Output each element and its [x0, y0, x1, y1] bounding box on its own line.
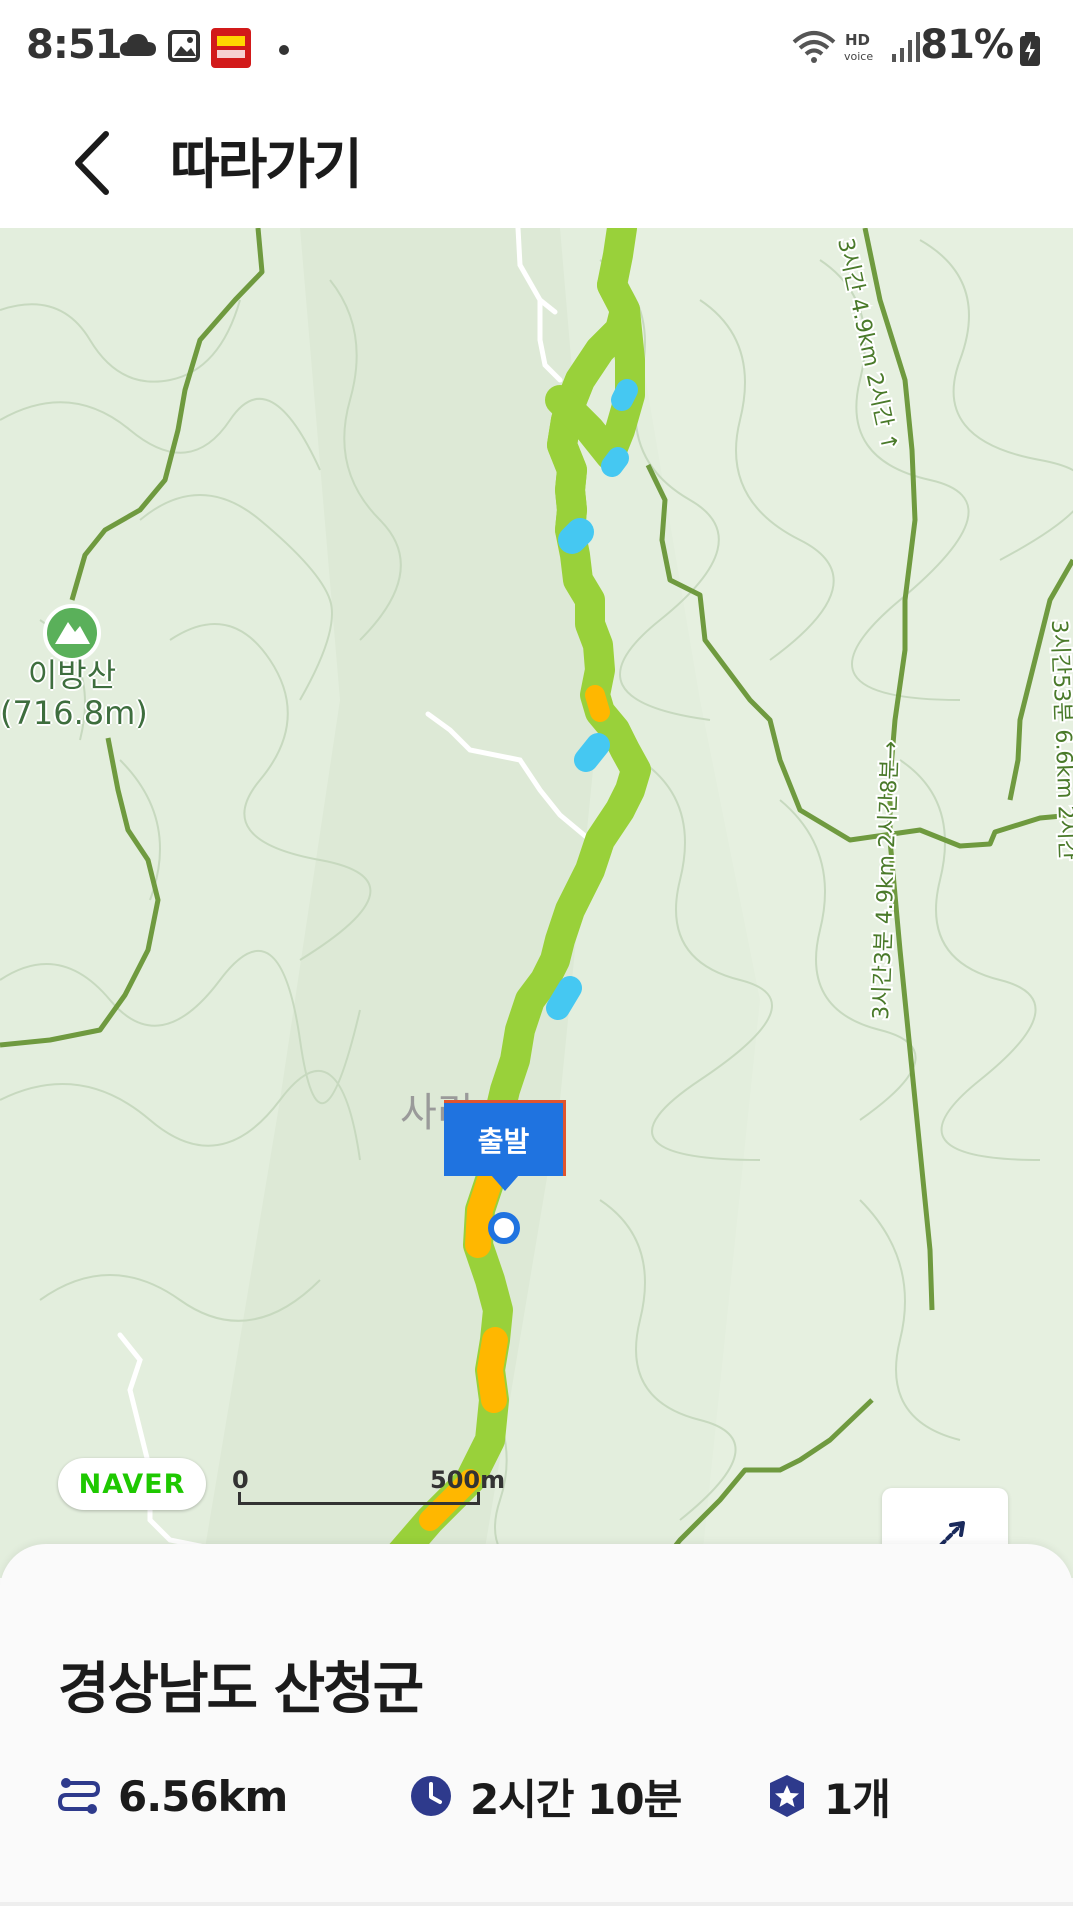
app-header: 따라가기 — [0, 100, 1073, 228]
svg-text:HD: HD — [845, 31, 870, 49]
start-marker-pointer — [491, 1175, 519, 1191]
map-view[interactable]: 3시간 4.9km 2시간 ↑ 3시간3분 4.9km 2시간8분→ 3시간53… — [0, 228, 1073, 1578]
signal-icon — [892, 32, 920, 62]
mountain-peak-icon — [43, 604, 101, 662]
hd-voice-icon: HD voice — [844, 31, 873, 63]
scale-zero: 0 — [232, 1466, 249, 1494]
sheet-divider — [0, 1902, 1073, 1906]
wifi-icon — [792, 31, 836, 63]
badge-star-icon — [770, 1775, 804, 1817]
map-scale-bar: 0 500m — [232, 1466, 505, 1505]
back-button[interactable] — [62, 118, 124, 208]
duration-stat: 2시간 10분 — [410, 1766, 682, 1826]
region-title: 경상남도 산청군 — [58, 1657, 424, 1722]
status-time: 8:51 — [26, 22, 122, 68]
map-base: 3시간 4.9km 2시간 ↑ 3시간3분 4.9km 2시간8분→ 3시간53… — [0, 228, 1073, 1578]
battery-percent: 81% — [920, 22, 1014, 68]
badge-count-value: 1개 — [824, 1774, 891, 1824]
peak-name: 이방산 — [27, 656, 117, 694]
dot-icon — [279, 45, 289, 55]
distance-value: 6.56km — [118, 1771, 288, 1821]
route-summary-sheet[interactable]: 경상남도 산청군 6.56km 2시간 10분 1개 — [0, 1544, 1073, 1906]
scale-distance: 500m — [430, 1466, 506, 1494]
valley-shade — [200, 228, 600, 1578]
route-distance-icon — [58, 1778, 100, 1814]
chevron-left-icon — [75, 131, 109, 195]
peak-elevation: (716.8m) — [0, 694, 148, 732]
gallery-icon — [168, 30, 200, 62]
duration-value: 2시간 10분 — [470, 1774, 682, 1824]
cloud-icon — [120, 34, 156, 56]
clock-icon — [411, 1776, 451, 1816]
naver-logo[interactable]: NAVER — [58, 1458, 206, 1510]
status-bar: 8:51 HD voice 81% — [0, 0, 1073, 100]
badge-stat: 1개 — [768, 1766, 891, 1826]
start-location-pin[interactable] — [488, 1212, 520, 1244]
battery-charging-icon — [1020, 32, 1040, 66]
route-stats: 6.56km 2시간 10분 1개 — [58, 1766, 1058, 1826]
trot-app-icon — [211, 28, 251, 68]
start-marker-label[interactable]: 출발 — [444, 1100, 566, 1176]
ridge-shade — [620, 228, 1073, 1578]
peak-label[interactable]: 이방산 (716.8m) — [0, 656, 148, 732]
page-title: 따라가기 — [170, 133, 363, 196]
svg-text:voice: voice — [844, 50, 873, 63]
distance-stat: 6.56km — [58, 1766, 288, 1826]
